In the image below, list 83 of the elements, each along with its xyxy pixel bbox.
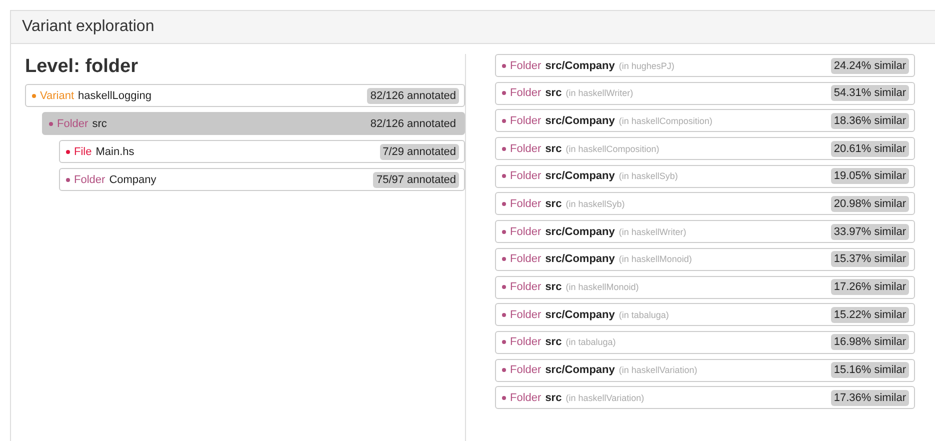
- item-kind: Folder: [510, 392, 542, 404]
- item-kind: Folder: [510, 114, 542, 127]
- tree-item[interactable]: Folder src 82/126 annotated: [42, 112, 465, 135]
- variant-name: (in haskellVariation): [618, 365, 698, 376]
- item-kind: Folder: [510, 308, 542, 321]
- similarity-badge: 33.97% similar: [830, 224, 909, 240]
- similar-item[interactable]: Folder src/Company (in haskellSyb) 19.05% similar: [495, 164, 915, 188]
- item-name: src: [545, 198, 562, 210]
- similar-item[interactable]: Folder src/Company (in haskellWriter) 33.97% similar: [495, 220, 915, 244]
- variant-name: (in haskellMonoid): [566, 282, 639, 292]
- similarity-badge: 20.98% similar: [830, 196, 909, 212]
- similarity-badge: 19.05% similar: [830, 168, 909, 184]
- similarity-badge: 16.98% similar: [830, 334, 909, 350]
- similarity-badge: 15.16% similar: [830, 362, 909, 378]
- variant-name: (in haskellSyb): [566, 198, 625, 209]
- item-kind: Folder: [510, 87, 542, 100]
- item-kind: Folder: [510, 281, 542, 293]
- item-kind: File: [74, 146, 92, 158]
- item-kind: Variant: [40, 90, 74, 102]
- similarity-badge: 24.24% similar: [830, 58, 909, 74]
- item-name: src: [545, 336, 562, 348]
- annotation-count: 82/126 annotated: [367, 88, 459, 104]
- variant-name: (in haskellVariation): [566, 392, 644, 403]
- item-kind: Folder: [510, 170, 542, 182]
- similar-item[interactable]: Folder src/Company (in haskellComposition) 18.36% similar: [495, 109, 915, 132]
- variant-name: (in haskellSyb): [618, 171, 678, 182]
- variant-name: (in haskellWriter): [618, 226, 686, 237]
- item-name: src/Company: [545, 253, 615, 266]
- similarity-badge: 20.61% similar: [830, 140, 909, 157]
- item-kind: Folder: [510, 226, 542, 238]
- similarity-badge: 18.36% similar: [830, 112, 909, 129]
- tree-item[interactable]: Variant haskellLogging 82/126 annotated: [25, 84, 465, 107]
- item-kind: Folder: [510, 336, 542, 348]
- similarity-badge: 17.36% similar: [830, 390, 909, 406]
- item-name: src: [545, 281, 562, 293]
- item-name: src: [545, 142, 562, 155]
- item-name: Company: [109, 174, 156, 186]
- item-name: src/Company: [545, 170, 615, 182]
- variant-name: (in haskellWriter): [566, 88, 634, 98]
- similar-item[interactable]: Folder src/Company (in hughesPJ) 24.24% similar: [495, 54, 915, 77]
- annotation-count: 7/29 annotated: [380, 144, 459, 160]
- variant-name: (in tabaluga): [618, 310, 669, 320]
- item-kind: Folder: [57, 118, 88, 130]
- item-name: Main.hs: [96, 146, 134, 158]
- variant-name: (in haskellComposition): [566, 144, 660, 154]
- variant-name: (in tabaluga): [566, 337, 616, 348]
- variant-name: (in haskellComposition): [618, 116, 712, 126]
- tree-item[interactable]: Folder Company 75/97 annotated: [59, 168, 465, 191]
- item-kind: Folder: [74, 174, 106, 186]
- item-kind: Folder: [510, 60, 542, 72]
- item-name: src/Company: [545, 114, 615, 127]
- item-kind: Folder: [510, 253, 542, 266]
- item-name: src: [545, 87, 562, 100]
- similar-item[interactable]: Folder src (in haskellVariation) 17.36% similar: [495, 386, 915, 410]
- similar-item[interactable]: Folder src (in haskellWriter) 54.31% similar: [495, 82, 915, 105]
- similar-item[interactable]: Folder src (in haskellComposition) 20.61% similar: [495, 137, 915, 160]
- item-name: src/Company: [545, 60, 615, 72]
- annotation-count: 75/97 annotated: [373, 172, 459, 188]
- similarity-badge: 54.31% similar: [830, 85, 909, 102]
- item-name: haskellLogging: [78, 90, 152, 102]
- similar-item[interactable]: Folder src (in tabaluga) 16.98% similar: [495, 330, 915, 354]
- item-kind: Folder: [510, 142, 542, 155]
- item-kind: Folder: [510, 198, 542, 210]
- item-name: src: [545, 392, 562, 404]
- similar-item[interactable]: Folder src/Company (in haskellMonoid) 15.37% similar: [495, 248, 915, 271]
- item-name: src: [92, 118, 107, 130]
- item-kind: Folder: [510, 364, 542, 376]
- variant-name: (in haskellMonoid): [618, 254, 692, 264]
- similar-item[interactable]: Folder src/Company (in tabaluga) 15.22% similar: [495, 303, 915, 326]
- similar-item[interactable]: Folder src/Company (in haskellVariation) 15.16% similar: [495, 358, 915, 382]
- similarity-badge: 15.22% similar: [830, 306, 909, 323]
- variant-name: (in hughesPJ): [618, 60, 674, 70]
- annotation-count: 82/126 annotated: [369, 116, 457, 132]
- level-heading: Level: folder: [25, 56, 139, 78]
- item-name: src/Company: [545, 364, 615, 376]
- item-name: src/Company: [545, 226, 615, 238]
- similar-item[interactable]: Folder src (in haskellMonoid) 17.26% similar: [495, 276, 915, 298]
- panel-title: Variant exploration: [22, 18, 154, 36]
- similar-item[interactable]: Folder src (in haskellSyb) 20.98% similar: [495, 192, 915, 216]
- similarity-badge: 17.26% similar: [830, 279, 909, 295]
- tree-item[interactable]: File Main.hs 7/29 annotated: [59, 140, 465, 163]
- item-name: src/Company: [545, 308, 615, 321]
- similarity-badge: 15.37% similar: [830, 251, 909, 268]
